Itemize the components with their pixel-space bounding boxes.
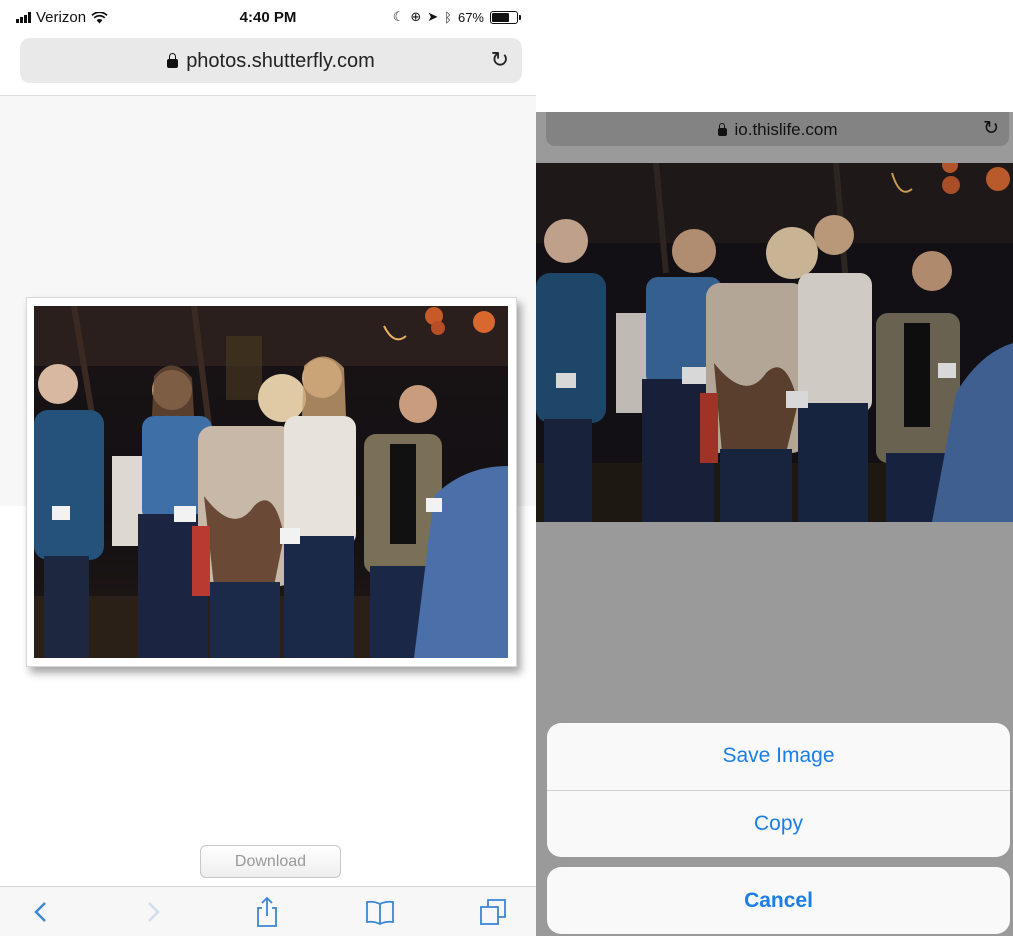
reload-icon[interactable]: ↻: [983, 117, 999, 140]
photo-frame: [26, 297, 517, 667]
lock-icon: [717, 123, 727, 136]
location-icon: ➤: [427, 9, 439, 24]
moon-icon: ☾: [392, 9, 405, 24]
status-right: ☾ ⊕ ➤ ᛒ 67%: [392, 9, 521, 25]
bookmarks-icon[interactable]: [360, 895, 400, 929]
status-bar: Verizon 4:40 PM ☾ ⊕ ➤ ᛒ 67%: [0, 0, 536, 34]
url-text: photos.shutterfly.com: [186, 50, 375, 72]
party-photo-dimmed[interactable]: [536, 163, 1013, 522]
address-url: io.thislife.com: [546, 120, 1009, 140]
address-bar[interactable]: photos.shutterfly.com ↻: [20, 38, 522, 83]
back-icon[interactable]: [20, 895, 60, 929]
browser-toolbar: [0, 886, 536, 936]
bluetooth-icon: ᛒ: [444, 9, 452, 25]
cancel-button[interactable]: Cancel: [547, 867, 1010, 934]
right-phone-screen: io.thislife.com ↻ Save Image Copy Cancel: [536, 112, 1013, 936]
save-image-button[interactable]: Save Image: [547, 723, 1010, 789]
address-url: photos.shutterfly.com: [20, 50, 522, 73]
reload-icon[interactable]: ↻: [491, 47, 509, 73]
download-button[interactable]: Download: [200, 845, 341, 878]
battery-icon: [490, 10, 521, 24]
cancel-sheet: Cancel: [547, 867, 1010, 934]
party-photo[interactable]: [34, 306, 508, 658]
tabs-icon[interactable]: [473, 895, 513, 929]
image-action-sheet: Save Image Copy: [547, 723, 1010, 857]
orientation-lock-icon: ⊕: [410, 9, 422, 24]
share-icon[interactable]: [247, 895, 287, 929]
address-bar-dimmed[interactable]: io.thislife.com ↻: [546, 112, 1009, 146]
battery-percent: 67%: [457, 9, 484, 25]
lock-icon: [167, 53, 179, 68]
url-text: io.thislife.com: [734, 120, 838, 139]
left-phone-screen: Verizon 4:40 PM ☾ ⊕ ➤ ᛒ 67% photos.shutt…: [0, 0, 536, 936]
copy-button[interactable]: Copy: [547, 791, 1010, 857]
forward-icon[interactable]: [134, 895, 174, 929]
